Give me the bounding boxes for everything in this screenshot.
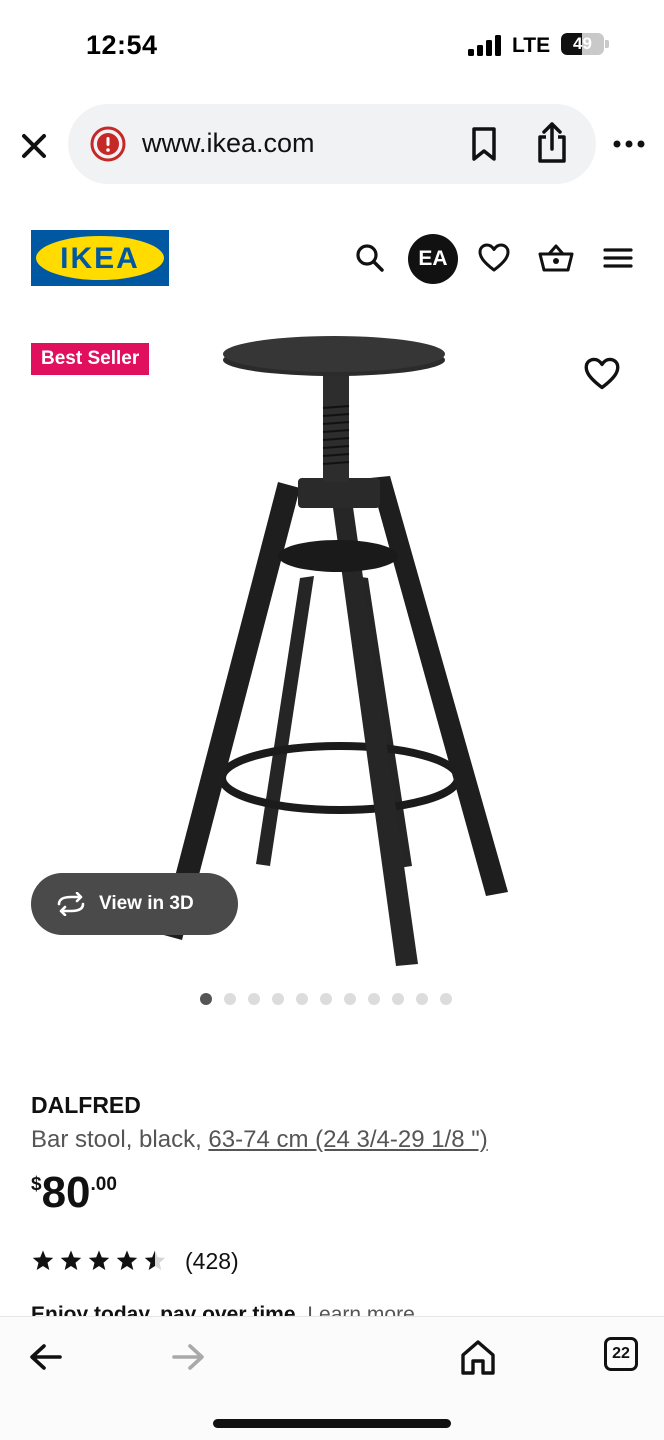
search-icon[interactable]	[354, 242, 386, 274]
pagination-dot[interactable]	[320, 993, 332, 1005]
pagination-dot[interactable]	[416, 993, 428, 1005]
pagination-dot[interactable]	[224, 993, 236, 1005]
url-text[interactable]: www.ikea.com	[142, 128, 315, 159]
finance-text: Enjoy today, pay over time.	[31, 1303, 302, 1317]
home-indicator	[213, 1419, 451, 1428]
pagination-dot[interactable]	[272, 993, 284, 1005]
product-dimensions-link[interactable]: 63-74 cm (24 3/4-29 1/8 ")	[208, 1126, 487, 1153]
favorite-heart-icon[interactable]	[584, 356, 620, 392]
pagination-dot[interactable]	[248, 993, 260, 1005]
price-decimal: .00	[90, 1174, 117, 1195]
battery-tip	[605, 40, 609, 48]
price-integer: 80	[41, 1168, 91, 1217]
browser-bar: www.ikea.com	[0, 100, 664, 190]
ikea-logo[interactable]: IKEA	[31, 230, 169, 286]
close-icon	[22, 134, 46, 158]
star-icon	[144, 1250, 166, 1270]
site-header: IKEA EA	[0, 222, 664, 294]
product-name: DALFRED	[31, 1092, 141, 1118]
signal-icon	[468, 34, 502, 56]
product-description: Bar stool, black, 63-74 cm (24 3/4-29 1/…	[31, 1126, 488, 1154]
view-in-3d-button[interactable]: View in 3D	[31, 873, 238, 935]
warning-icon[interactable]	[90, 126, 126, 162]
share-icon[interactable]	[534, 122, 570, 164]
basket-icon[interactable]	[538, 242, 574, 274]
rotate-icon	[57, 892, 85, 916]
star-icon	[88, 1250, 110, 1270]
pagination-dot[interactable]	[368, 993, 380, 1005]
product-type: Bar stool, black,	[31, 1126, 209, 1153]
price-currency: $	[31, 1174, 42, 1195]
home-icon[interactable]	[458, 1337, 498, 1377]
more-icon[interactable]	[612, 134, 646, 154]
account-avatar[interactable]: EA	[408, 234, 458, 284]
tabs-button[interactable]: 22	[604, 1337, 638, 1371]
rating-count: (428)	[185, 1247, 239, 1274]
best-seller-badge: Best Seller	[31, 343, 150, 375]
pagination-dot[interactable]	[200, 993, 212, 1005]
network-label: LTE	[512, 34, 551, 57]
product-rating[interactable]: (428)	[31, 1246, 239, 1276]
back-arrow-icon[interactable]	[26, 1337, 66, 1377]
pagination-dot[interactable]	[344, 993, 356, 1005]
address-bar[interactable]: www.ikea.com	[68, 104, 596, 184]
learn-more-link[interactable]: Learn more	[307, 1303, 414, 1317]
battery-percent: 49	[573, 34, 592, 53]
close-button[interactable]	[16, 128, 52, 164]
product-image-gallery[interactable]: Best Seller View in 3D	[0, 312, 664, 1012]
finance-banner: Enjoy today, pay over time. Learn more	[31, 1303, 415, 1317]
forward-arrow-icon[interactable]	[168, 1337, 208, 1377]
bookmark-icon[interactable]	[468, 126, 500, 162]
star-icon	[60, 1250, 82, 1270]
browser-toolbar: 22	[0, 1316, 664, 1440]
star-icon	[116, 1250, 138, 1270]
pagination-dot[interactable]	[392, 993, 404, 1005]
product-price: $80.00	[31, 1168, 117, 1218]
pagination-dot[interactable]	[296, 993, 308, 1005]
heart-icon[interactable]	[478, 242, 510, 274]
status-bar: 12:54 LTE 49	[0, 0, 664, 92]
pagination-dot[interactable]	[440, 993, 452, 1005]
logo-text: IKEA	[60, 242, 140, 275]
star-icon	[32, 1250, 54, 1270]
image-pagination-dots[interactable]	[200, 993, 452, 1007]
view-in-3d-label: View in 3D	[99, 893, 194, 914]
battery-icon: 49	[561, 33, 604, 55]
menu-icon[interactable]	[603, 242, 633, 274]
rating-stars	[31, 1249, 167, 1273]
status-time: 12:54	[86, 30, 158, 60]
